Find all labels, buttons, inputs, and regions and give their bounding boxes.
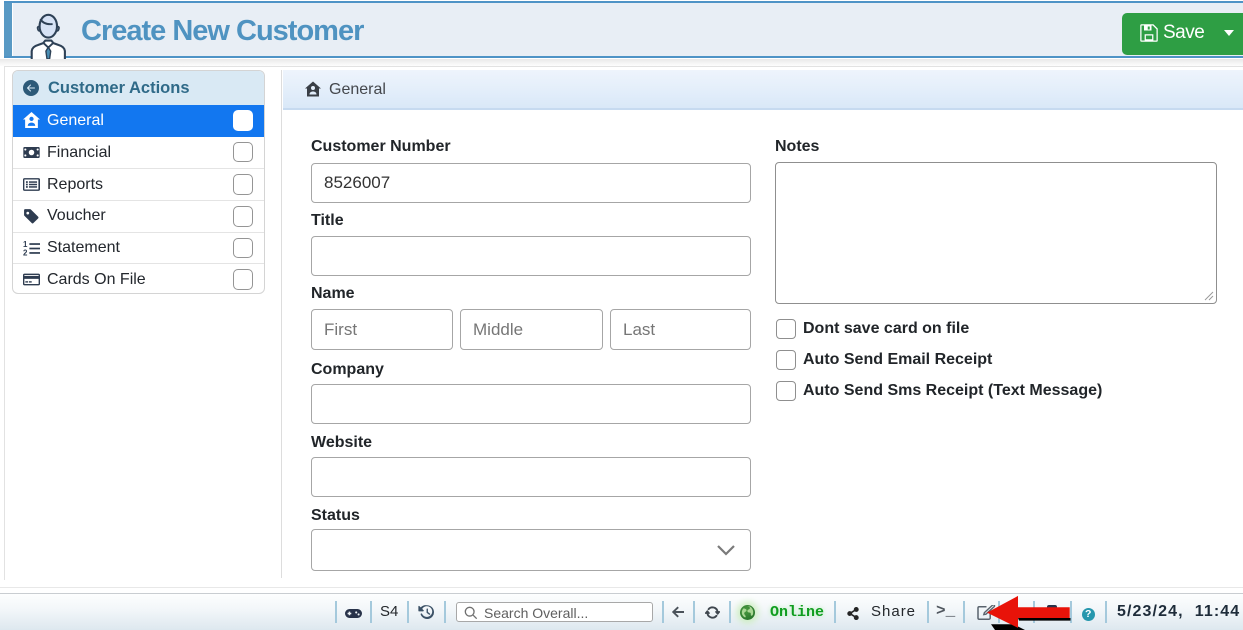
svg-text:2: 2 (23, 248, 28, 257)
